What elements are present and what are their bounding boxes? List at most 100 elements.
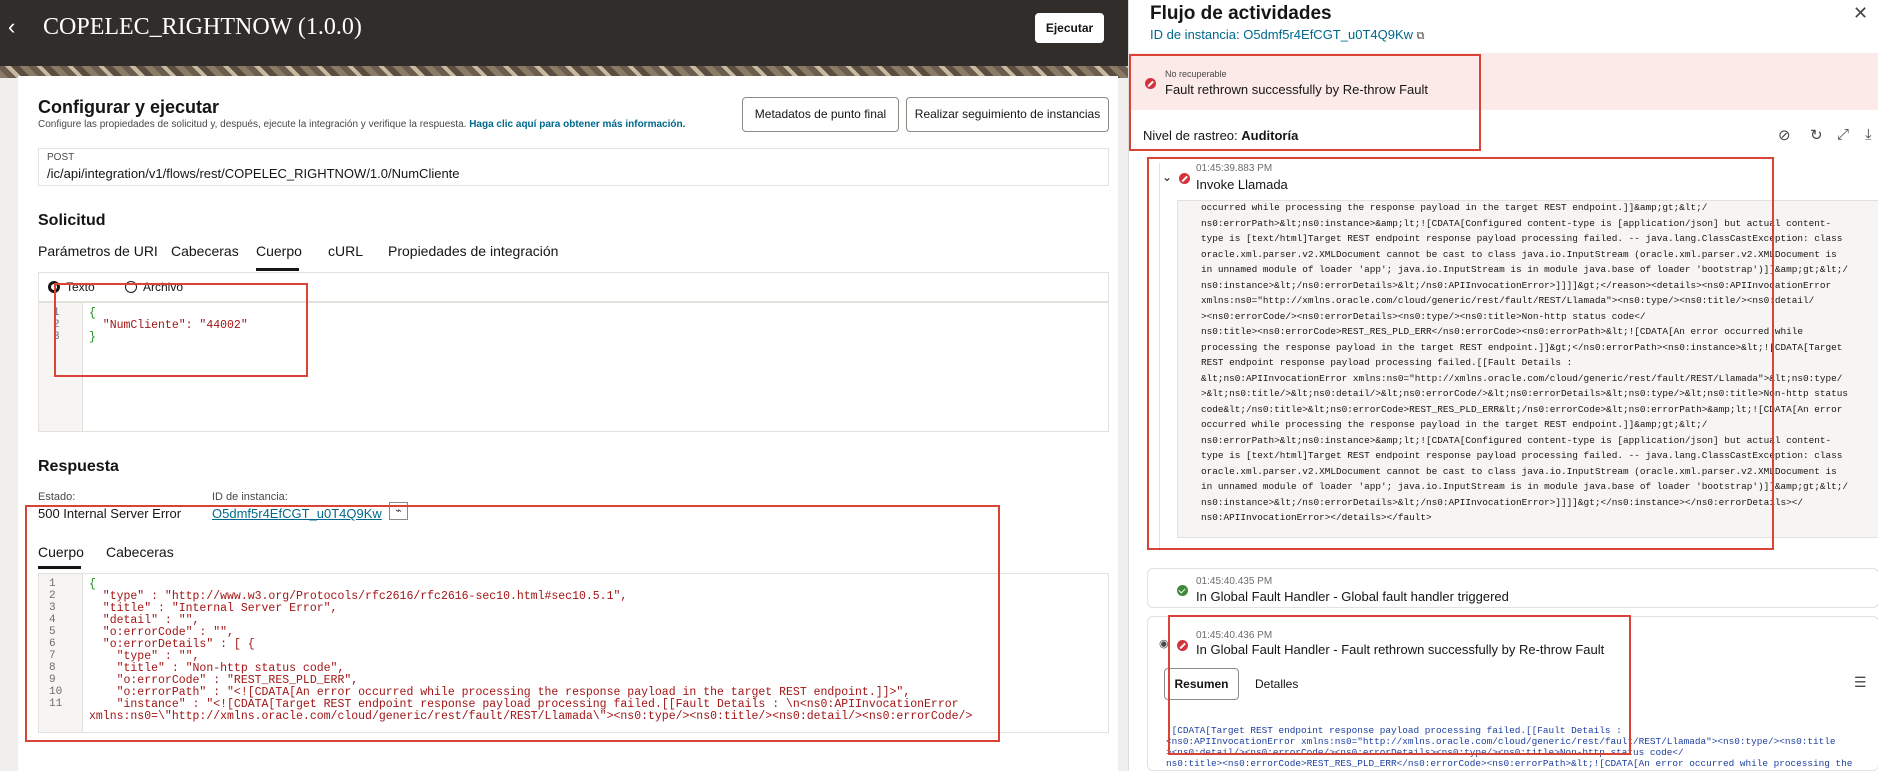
payload-line: ns0:title><ns0:errorCode>REST_RES_PLD_ER… [1201, 326, 1803, 337]
radio-file-label: Archivo [143, 280, 184, 294]
summary-line: ![CDATA[Target REST endpoint response pa… [1166, 725, 1622, 736]
payload-line: >&lt;ns0:title/>&lt;ns0:detail/>&lt;ns0:… [1201, 388, 1848, 399]
payload-line: processing the response payload in the t… [1201, 341, 1843, 353]
eye-icon[interactable]: ◉ [1159, 637, 1169, 650]
activity-time: 01:45:39.883 PM [1196, 163, 1273, 174]
trace-value: Auditoría [1241, 128, 1299, 143]
tab-summary[interactable]: Resumen [1164, 668, 1239, 700]
activity-time: 01:45:40.435 PM [1196, 576, 1273, 587]
error-icon [1179, 173, 1190, 184]
response-tab-underline [38, 566, 81, 569]
payload-line: ns0:errorPath>&lt;ns0:instance>&amp;lt;!… [1201, 217, 1832, 229]
tab-uri-params[interactable]: Parámetros de URI [38, 243, 158, 259]
radio-text-label: Texto [66, 280, 95, 294]
endpoint-box: POST /ic/api/integration/v1/flows/rest/C… [38, 148, 1109, 186]
tab-integration-props[interactable]: Propiedades de integración [388, 243, 558, 259]
integration-title: COPELEC_RIGHTNOW (1.0.0) [43, 14, 362, 40]
instance-label: ID de instancia: [212, 491, 288, 503]
expand-icon[interactable]: ⤢ [1837, 126, 1849, 143]
payload-line: ns0:errorPath>&lt;ns0:instance>&amp;lt;!… [1201, 434, 1832, 446]
payload-line: ns0:instance>&lt;/ns0:errorDetails>&lt;/… [1201, 496, 1803, 508]
activity-name: In Global Fault Handler - Fault rethrown… [1196, 642, 1605, 657]
test-integration-pane: ‹ COPELEC_RIGHTNOW (1.0.0) Ejecutar Conf… [0, 0, 1128, 771]
config-title: Configurar y ejecutar [38, 97, 220, 117]
payload-line: xmlns:ns0="http://xmlns.oracle.com/cloud… [1201, 295, 1815, 306]
payload-line: occurred while processing the response p… [1201, 419, 1708, 430]
line-number: 4 [49, 614, 56, 626]
panel-instance-text: ID de instancia: O5dmf5r4EfCGT_u0T4Q9Kw [1150, 27, 1414, 42]
tab-curl[interactable]: cURL [328, 243, 363, 259]
payload-line: type is [text/html]Target REST endpoint … [1201, 233, 1843, 244]
trace-level: Nivel de rastreo: Auditoría [1143, 128, 1298, 143]
close-icon[interactable]: ✕ [1853, 3, 1868, 24]
payload-line: type is [text/html]Target REST endpoint … [1201, 450, 1843, 461]
payload-line: in unnamed module of loader 'app'; java.… [1201, 481, 1848, 492]
summary-line: ns0:title><ns0:errorCode>REST_RES_PLD_ER… [1166, 758, 1853, 769]
payload-line: code&lt;/ns0:title>&lt;ns0:errorCode>RES… [1201, 403, 1843, 415]
config-description: Configure las propiedades de solicitud y… [38, 119, 685, 130]
line-number: 1 [49, 578, 56, 590]
payload-line: oracle.xml.parser.v2.XMLDocument cannot … [1201, 465, 1837, 477]
radio-file[interactable] [125, 281, 137, 293]
activity-stream-icon[interactable]: ⌁ [389, 502, 408, 520]
tab-body[interactable]: Cuerpo [256, 243, 302, 259]
cancel-icon[interactable]: ⊘ [1778, 126, 1791, 144]
download-icon[interactable]: ⤓ [1865, 126, 1872, 143]
fault-message: Fault rethrown successfully by Re-throw … [1165, 82, 1428, 97]
line-number: 1 [53, 307, 60, 319]
back-chevron-icon[interactable]: ‹ [8, 14, 15, 40]
status-value: 500 Internal Server Error [38, 506, 182, 521]
endpoint-metadata-button[interactable]: Metadatos de punto final [742, 97, 899, 132]
track-instances-button[interactable]: Realizar seguimiento de instancias [906, 97, 1109, 132]
payload-text: occurred while processing the response p… [1201, 202, 1871, 532]
radio-text[interactable] [48, 281, 60, 293]
activity-name: In Global Fault Handler - Global fault h… [1196, 589, 1509, 604]
summary-line: <ns0:APIInvocationError xmlns:ns0="http:… [1166, 736, 1836, 747]
success-icon [1177, 585, 1188, 596]
error-icon [1177, 640, 1188, 651]
code-line: } [89, 331, 96, 344]
status-label: Estado: [38, 491, 76, 503]
panel-instance-id: ID de instancia: O5dmf5r4EfCGT_u0T4Q9Kw … [1150, 27, 1425, 43]
code-line: xmlns:ns0=\"http://xmlns.oracle.com/clou… [89, 710, 973, 723]
tab-headers[interactable]: Cabeceras [171, 243, 239, 259]
response-body-editor[interactable]: 1 2 3 4 5 6 7 8 9 10 11 { "type" : "http://www.w3.… [38, 573, 1109, 733]
response-tab-body[interactable]: Cuerpo [38, 544, 84, 560]
tab-details[interactable]: Detalles [1255, 677, 1298, 691]
payload-line: ><ns0:errorCode/><ns0:errorDetails><ns0:… [1201, 310, 1646, 322]
payload-line: ns0:instance>&lt;/ns0:errorDetails>&lt;/… [1201, 279, 1832, 291]
payload-line: occurred while processing the response p… [1201, 202, 1708, 213]
error-icon [1145, 78, 1156, 89]
payload-line: ns0:APIInvocationError></details></fault… [1201, 512, 1432, 523]
run-button[interactable]: Ejecutar [1035, 13, 1104, 43]
copy-icon[interactable]: ⧉ [1417, 30, 1425, 42]
panel-title: Flujo de actividades [1150, 3, 1332, 24]
config-desc-text: Configure las propiedades de solicitud y… [38, 119, 467, 130]
body-type-bar: Texto Archivo [38, 272, 1109, 302]
help-link[interactable]: Haga clic aquí para obtener más informac… [469, 119, 685, 130]
payload-line: &lt;ns0:APIInvocationError xmlns:ns0="ht… [1201, 372, 1843, 384]
collapse-chevron-icon[interactable]: ⌄ [1162, 170, 1172, 184]
tab-body-underline [256, 268, 299, 271]
payload-line: in unnamed module of loader 'app'; java.… [1201, 264, 1848, 275]
summary-text: ![CDATA[Target REST endpoint response pa… [1166, 725, 1871, 771]
trace-label: Nivel de rastreo: [1143, 128, 1238, 143]
activity-stream-panel: Flujo de actividades ID de instancia: O5… [1128, 0, 1878, 771]
header-bar: ‹ COPELEC_RIGHTNOW (1.0.0) Ejecutar [0, 0, 1128, 66]
request-title: Solicitud [38, 212, 106, 229]
http-method: POST [47, 152, 75, 163]
response-title: Respuesta [38, 458, 119, 475]
payload-line: oracle.xml.parser.v2.XMLDocument cannot … [1201, 248, 1837, 260]
refresh-icon[interactable]: ↻ [1810, 126, 1823, 144]
request-body-editor[interactable]: 1 2 3 { "NumCliente": "44002" } [38, 302, 1109, 432]
fault-kind: No recuperable [1165, 69, 1227, 79]
payload-line: REST endpoint response payload processin… [1201, 357, 1573, 368]
list-icon[interactable]: ☰ [1854, 674, 1867, 691]
endpoint-url: /ic/api/integration/v1/flows/rest/COPELE… [47, 166, 460, 181]
line-number: 7 [49, 650, 56, 662]
line-number: 3 [53, 331, 60, 343]
activity-time: 01:45:40.436 PM [1196, 630, 1273, 641]
instance-link[interactable]: O5dmf5r4EfCGT_u0T4Q9Kw [212, 506, 382, 521]
response-tab-headers[interactable]: Cabeceras [106, 544, 174, 560]
fault-banner: No recuperable Fault rethrown successful… [1129, 53, 1878, 110]
